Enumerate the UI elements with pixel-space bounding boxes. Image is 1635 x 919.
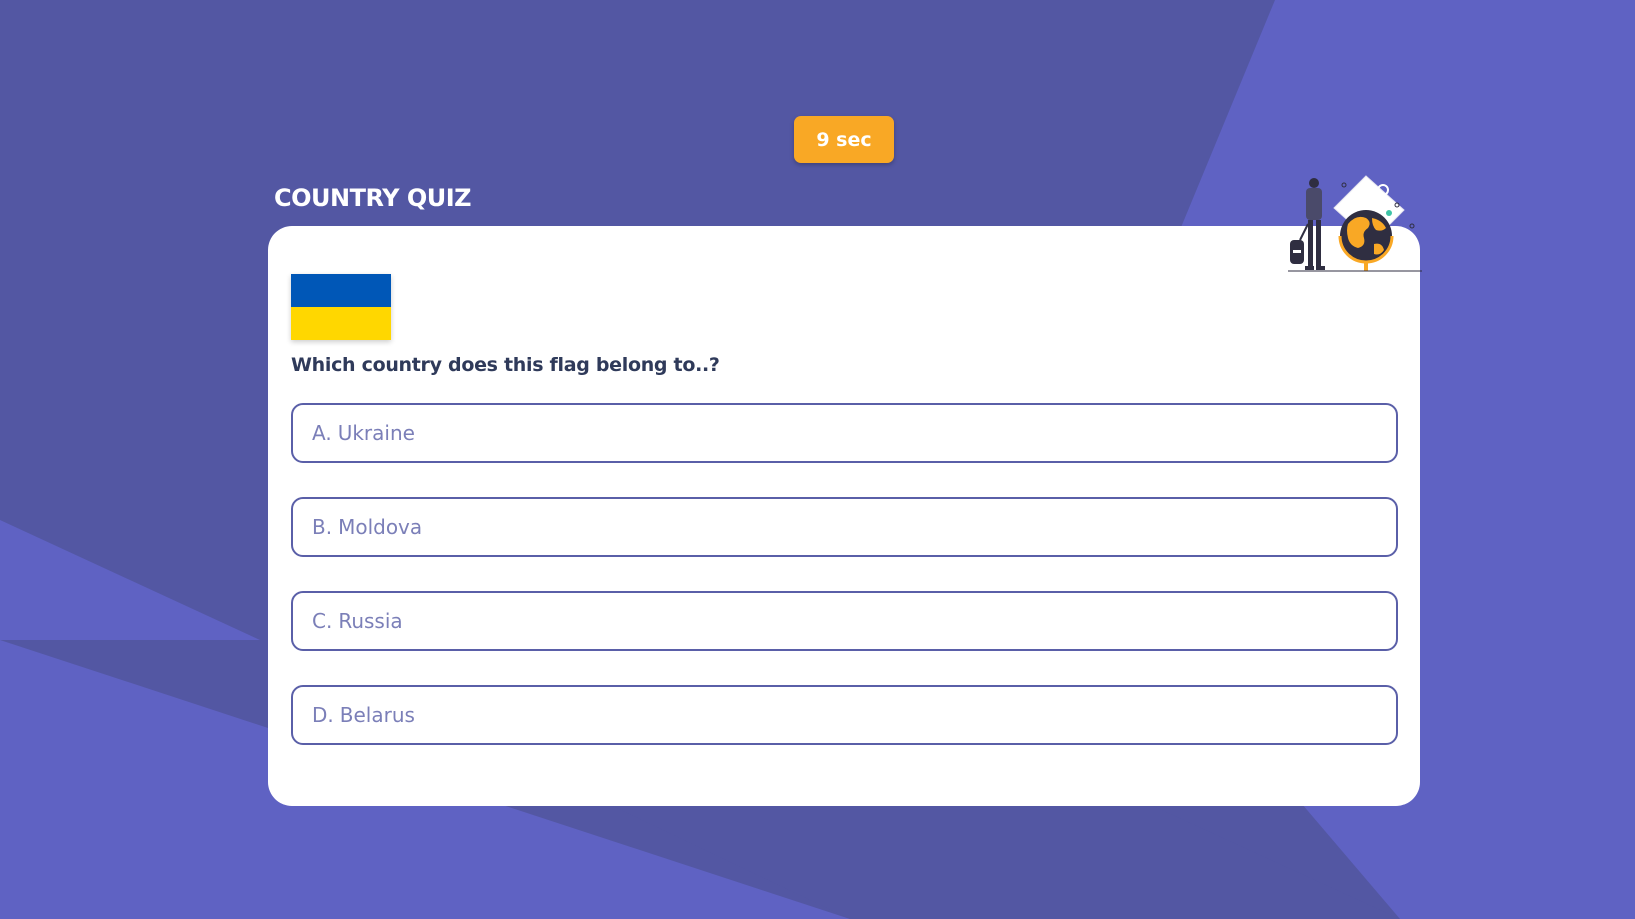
option-d-button[interactable]: D. Belarus: [291, 685, 1398, 745]
option-letter: B.: [312, 515, 333, 539]
timer-badge: 9 sec: [794, 116, 894, 163]
option-label: Belarus: [339, 703, 415, 727]
option-c-button[interactable]: C. Russia: [291, 591, 1398, 651]
option-b-button[interactable]: B. Moldova: [291, 497, 1398, 557]
quiz-card: Which country does this flag belong to..…: [268, 226, 1420, 806]
option-a-button[interactable]: A. Ukraine: [291, 403, 1398, 463]
flag-blue-stripe: [291, 274, 391, 307]
option-letter: D.: [312, 703, 334, 727]
flag-yellow-stripe: [291, 307, 391, 340]
question-text: Which country does this flag belong to..…: [291, 354, 720, 376]
quiz-title: COUNTRY QUIZ: [274, 184, 472, 212]
option-letter: C.: [312, 609, 333, 633]
traveler-with-globe-icon: [1288, 175, 1422, 272]
option-label: Ukraine: [337, 421, 415, 445]
option-label: Moldova: [338, 515, 423, 539]
option-letter: A.: [312, 421, 332, 445]
answer-options: A. Ukraine B. Moldova C. Russia D. Belar…: [291, 403, 1398, 745]
option-label: Russia: [338, 609, 403, 633]
ukraine-flag: [291, 274, 391, 340]
timer-label: 9 sec: [816, 128, 872, 151]
quiz-screen: 9 sec COUNTRY QUIZ Which country does th…: [0, 0, 1635, 919]
